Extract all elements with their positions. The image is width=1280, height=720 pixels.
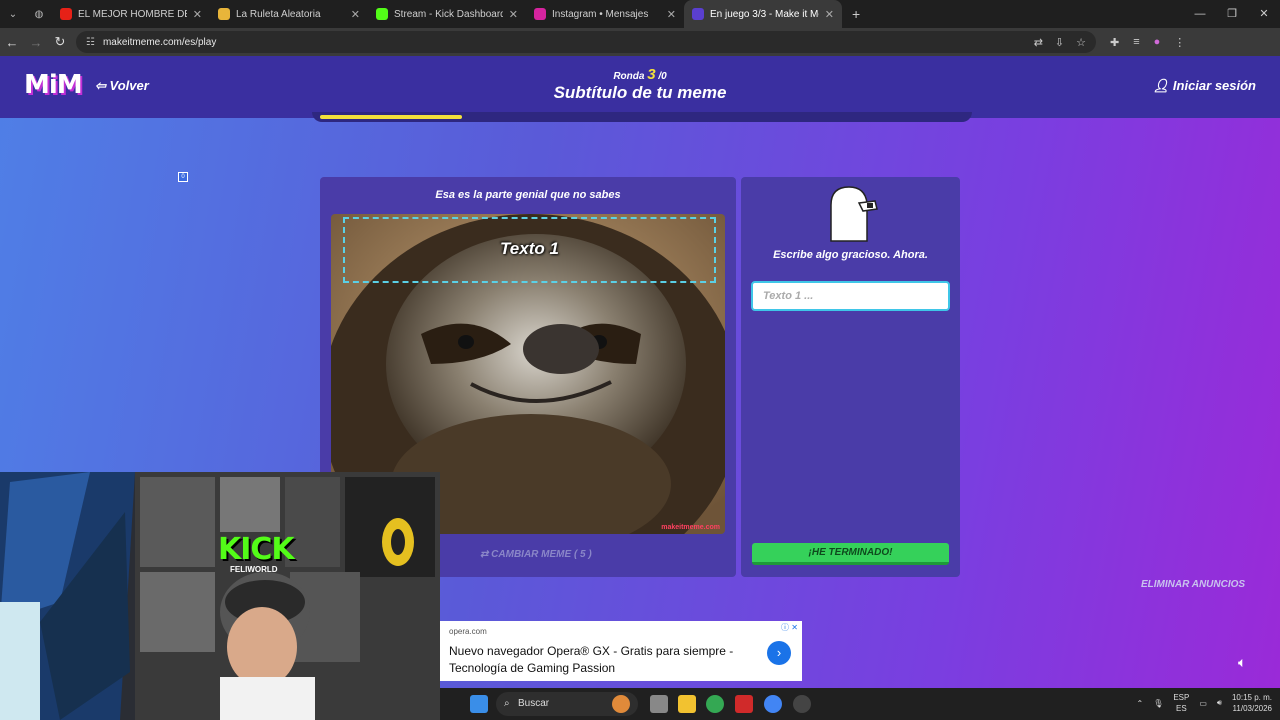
clock[interactable]: 10:15 p. m. 11/03/2026: [1232, 692, 1272, 714]
round-progress: [312, 112, 972, 122]
media-icon[interactable]: ≡: [1133, 36, 1139, 49]
site-info-icon[interactable]: ☷: [86, 37, 95, 48]
language-indicator[interactable]: ESP ES: [1173, 692, 1189, 714]
close-window-icon[interactable]: ✕: [1248, 0, 1280, 28]
reload-icon[interactable]: ↻: [48, 34, 72, 50]
address-bar: ← → ↻ ☷ makeitmeme.com/es/play ⇄ ⇩ ☆ ✚ ≡…: [0, 28, 1280, 56]
ad-title[interactable]: Nuevo navegador Opera® GX - Gratis para …: [449, 643, 759, 677]
tab-close-icon[interactable]: ✕: [193, 8, 202, 21]
lang-top: ESP: [1173, 693, 1190, 702]
tab-close-icon[interactable]: ✕: [667, 8, 676, 21]
ad-info-icon[interactable]: ⓘ ✕: [781, 622, 798, 633]
clock-time: 10:15 p. m.: [1231, 693, 1272, 702]
task-view-icon[interactable]: [650, 695, 668, 713]
browser-tab[interactable]: Stream - Kick Dashboard ✕: [368, 0, 526, 28]
ad-next-icon[interactable]: ›: [767, 641, 791, 665]
change-meme-label: CAMBIAR MEME ( 5 ): [491, 549, 592, 560]
minimize-icon[interactable]: —: [1184, 0, 1216, 28]
tab-close-icon[interactable]: ✕: [351, 8, 360, 21]
prompt-text: Escribe algo gracioso. Ahora.: [773, 249, 928, 261]
caption-input[interactable]: [751, 281, 950, 311]
taskbar: ⌕ Buscar ⌃ 🎙︎ ESP ES ▭ 🔊︎ 10:15 p. m. 11…: [440, 688, 1280, 720]
globe-icon[interactable]: ◍: [26, 0, 52, 28]
file-explorer-icon[interactable]: [678, 695, 696, 713]
windows-start-icon[interactable]: [470, 695, 488, 713]
browser-tab[interactable]: Instagram • Mensajes ✕: [526, 0, 684, 28]
browser-tab-bar: ⌄ ◍ EL MEJOR HOMBRE DEL MU✕La Ruleta Ale…: [0, 0, 1280, 28]
profile-avatar-icon[interactable]: ●: [1154, 36, 1161, 49]
back-arrow-icon[interactable]: ←: [0, 35, 24, 50]
text-1-box[interactable]: Texto 1: [343, 217, 716, 283]
browser-tab[interactable]: La Ruleta Aleatoria ✕: [210, 0, 368, 28]
kick-logo: KICK: [218, 532, 295, 567]
search-icon: ⌕: [504, 698, 510, 709]
user-icon: 👤︎: [1152, 78, 1173, 93]
bookmark-star-icon[interactable]: ☆: [1076, 36, 1086, 49]
widget-icon[interactable]: [612, 695, 630, 713]
site-header: MiM ⇦ Volver Ronda 3 /0 Subtítulo de tu …: [0, 56, 1280, 118]
round-prefix: Ronda: [613, 71, 645, 82]
webcam-feed: [0, 472, 440, 720]
new-tab-button[interactable]: +: [852, 6, 860, 22]
remove-ads-link[interactable]: ELIMINAR ANUNCIOS: [1141, 579, 1245, 590]
meme-caption: Esa es la parte genial que no sabes: [435, 189, 621, 201]
done-button[interactable]: ¡HE TERMINADO!: [752, 543, 949, 565]
round-current: 3: [647, 66, 656, 83]
ad-domain: opera.com: [449, 627, 487, 636]
progress-fill: [320, 115, 462, 119]
tab-search-chevron-icon[interactable]: ⌄: [0, 0, 26, 28]
tab-label: La Ruleta Aleatoria: [236, 8, 321, 20]
change-meme-button[interactable]: ⇄ CAMBIAR MEME ( 5 ): [480, 549, 592, 560]
tab-label: Instagram • Mensajes: [552, 8, 649, 20]
login-button[interactable]: 👤︎ Iniciar sesión: [1153, 78, 1256, 94]
ad-banner[interactable]: opera.com Nuevo navegador Opera® GX - Gr…: [440, 621, 802, 681]
watermark: makeitmeme.com: [661, 524, 720, 531]
browser-tab[interactable]: EL MEJOR HOMBRE DEL MU ✕: [52, 0, 210, 28]
tab-favicon-icon: [218, 8, 230, 20]
tab-favicon-icon: [60, 8, 72, 20]
system-tray: ⌃ 🎙︎ ESP ES ▭ 🔊︎ 10:15 p. m. 11/03/2026: [1136, 692, 1272, 714]
write-panel: Escribe algo gracioso. Ahora. ¡HE TERMIN…: [741, 177, 960, 577]
tab-label: Stream - Kick Dashboard: [394, 8, 503, 20]
chevron-up-icon[interactable]: ⌃: [1136, 699, 1143, 708]
login-label: Iniciar sesión: [1172, 78, 1256, 93]
tab-label: EL MEJOR HOMBRE DEL MU: [78, 8, 187, 20]
url-field[interactable]: ☷ makeitmeme.com/es/play ⇄ ⇩ ☆: [76, 31, 1096, 53]
app-icon[interactable]: [735, 695, 753, 713]
round-suffix: /0: [658, 71, 667, 82]
tab-label: En juego 3/3 - Make it Meme: [710, 8, 819, 20]
translate-icon[interactable]: ⇄: [1034, 36, 1043, 49]
tab-favicon-icon: [534, 8, 546, 20]
small-badge[interactable]: 0: [178, 172, 188, 182]
forward-arrow-icon[interactable]: →: [24, 35, 48, 50]
more-menu-icon[interactable]: ⋮: [1174, 36, 1185, 49]
swap-icon: ⇄: [480, 549, 492, 560]
app-2-icon[interactable]: [793, 695, 811, 713]
install-icon[interactable]: ⇩: [1055, 36, 1064, 49]
text-1-label: Texto 1: [500, 239, 559, 258]
microphone-icon[interactable]: 🎙︎: [1153, 699, 1163, 708]
clock-date: 11/03/2026: [1232, 704, 1272, 713]
url-text: makeitmeme.com/es/play: [102, 36, 217, 48]
mascot-icon: [830, 186, 878, 242]
tab-close-icon[interactable]: ✕: [825, 8, 834, 21]
tab-favicon-icon: [376, 8, 388, 20]
channel-name: FELIWORLD: [230, 565, 278, 574]
chrome-active-icon[interactable]: [764, 695, 782, 713]
network-icon[interactable]: ▭: [1199, 699, 1207, 708]
extensions-icon[interactable]: ✚: [1110, 36, 1119, 49]
tab-close-icon[interactable]: ✕: [509, 8, 518, 21]
lang-bottom: ES: [1176, 704, 1187, 713]
window-controls: — ❐ ✕: [1184, 0, 1280, 28]
restore-icon[interactable]: ❐: [1216, 0, 1248, 28]
browser-tab[interactable]: En juego 3/3 - Make it Meme ✕: [684, 0, 842, 28]
chrome-icon[interactable]: [706, 695, 724, 713]
taskbar-search-label: Buscar: [518, 698, 550, 709]
page-title: Subtítulo de tu meme: [553, 83, 727, 102]
round-indicator: Ronda 3 /0: [0, 66, 1280, 83]
webcam-overlay: KICK FELIWORLD: [0, 472, 440, 720]
volume-icon[interactable]: 🔊︎: [1217, 698, 1222, 708]
speaker-icon[interactable]: 🔈︎: [1238, 654, 1246, 671]
tab-favicon-icon: [692, 8, 704, 20]
